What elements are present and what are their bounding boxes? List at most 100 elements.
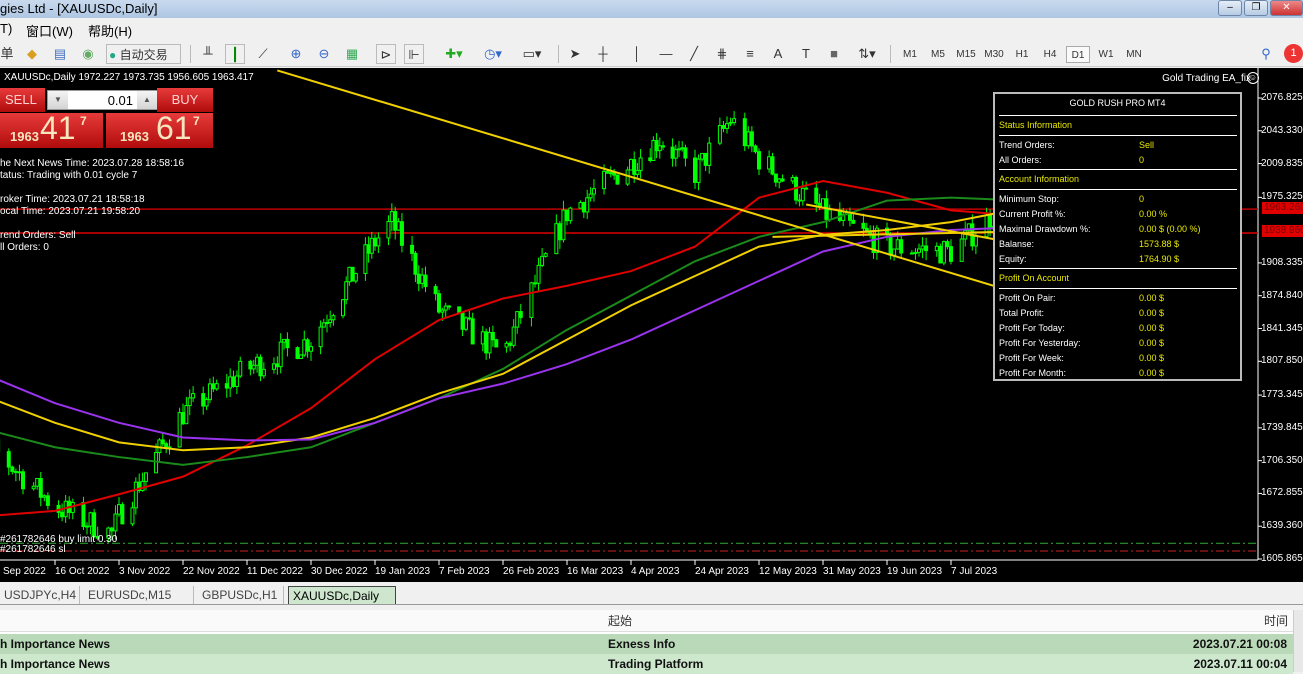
column-header-source[interactable]: 起始 xyxy=(608,610,632,632)
navigator-icon[interactable]: ◆ xyxy=(22,44,42,64)
chart-shift-icon[interactable]: ⊳ xyxy=(376,44,396,64)
time-tick-label: 26 Feb 2023 xyxy=(503,566,560,577)
candle-body xyxy=(821,198,825,208)
crosshair-icon[interactable]: ┼ xyxy=(593,44,613,64)
notifications-badge[interactable]: 1 xyxy=(1284,44,1303,63)
restore-button[interactable]: ❐ xyxy=(1244,0,1268,16)
candle-body xyxy=(973,235,978,247)
zoom-in-icon[interactable]: ⊕ xyxy=(286,44,306,64)
time-tick-label: 19 Jun 2023 xyxy=(887,566,943,577)
divider xyxy=(999,115,1237,116)
candle-body xyxy=(673,149,678,159)
divider xyxy=(999,169,1237,170)
broker-time: roker Time: 2023.07.21 18:58:18 xyxy=(0,194,145,205)
candle-body xyxy=(773,173,778,183)
candle-body xyxy=(511,326,516,346)
horizontal-line-icon[interactable]: — xyxy=(656,44,676,64)
timeframe-mn[interactable]: MN xyxy=(1122,46,1146,63)
chart-tab[interactable]: XAUUSDc,Daily xyxy=(288,586,396,604)
timeframe-h1[interactable]: H1 xyxy=(1010,46,1034,63)
price-tick-label: 1807.850 xyxy=(1261,355,1303,367)
menu-window[interactable]: 窗口(W) xyxy=(26,21,73,40)
menu-tools[interactable]: T) xyxy=(0,21,12,36)
time-tick-label: 30 Dec 2022 xyxy=(311,566,368,577)
vertical-line-icon[interactable]: │ xyxy=(630,44,644,64)
timeframe-m30[interactable]: M30 xyxy=(982,46,1006,63)
indicators-icon[interactable]: ✚▾ xyxy=(440,44,468,64)
lot-size-field[interactable]: ▼ 0.01 ▲ xyxy=(47,90,158,110)
candle-body xyxy=(214,383,219,390)
autotrading-label: 自动交易 xyxy=(119,48,168,62)
buy-button[interactable]: BUY xyxy=(157,88,213,112)
candle-body xyxy=(393,211,398,231)
candle-body xyxy=(31,485,36,490)
close-button[interactable]: ✕ xyxy=(1270,0,1303,16)
rectangle-icon[interactable]: ■ xyxy=(824,44,844,64)
signals-icon[interactable]: ◉ xyxy=(78,44,98,64)
candle-body xyxy=(677,148,681,151)
zoom-out-icon[interactable]: ⊖ xyxy=(314,44,334,64)
table-row[interactable]: h Importance News Trading Platform 2023.07… xyxy=(0,654,1293,674)
line-chart-icon[interactable]: ⟋ xyxy=(253,44,273,64)
candle-body xyxy=(45,495,50,506)
cursor-icon[interactable]: ➤ xyxy=(565,44,585,64)
panel-row-value: 0.00 $ (0.00 %) xyxy=(1139,224,1201,234)
chart-tab[interactable]: GBPUSDc,H1 xyxy=(198,586,284,604)
lot-increase-button[interactable]: ▲ xyxy=(137,91,157,109)
timeframe-d1[interactable]: D1 xyxy=(1066,46,1090,63)
autotrading-button[interactable]: ● 自动交易 xyxy=(106,44,181,64)
table-scrollbar[interactable] xyxy=(1293,610,1303,672)
lot-value[interactable]: 0.01 xyxy=(108,93,133,108)
candle-body xyxy=(470,318,475,345)
text-label-icon[interactable]: T xyxy=(796,44,816,64)
panel-row-label: Profit For Month: xyxy=(999,368,1067,378)
timeframe-m5[interactable]: M5 xyxy=(926,46,950,63)
candle-body xyxy=(749,131,754,147)
fibonacci-icon[interactable]: ≡ xyxy=(740,44,760,64)
column-header-time[interactable]: 时间 xyxy=(1264,610,1288,632)
trendline-icon[interactable]: ╱ xyxy=(684,44,704,64)
lot-decrease-button[interactable]: ▼ xyxy=(48,91,68,109)
new-order-button[interactable]: 单 xyxy=(0,44,14,64)
price-chart[interactable]: XAUUSDc,Daily 1972.227 1973.735 1956.605… xyxy=(0,68,1303,582)
templates-icon[interactable]: ▭▾ xyxy=(516,44,548,64)
candle-body xyxy=(725,123,729,129)
candle-body xyxy=(13,470,18,473)
arrows-icon[interactable]: ⇅▾ xyxy=(852,44,882,64)
periods-icon[interactable]: ◷▾ xyxy=(478,44,508,64)
terminal-icon[interactable]: ▤ xyxy=(50,44,70,64)
menu-help[interactable]: 帮助(H) xyxy=(88,21,132,40)
candle-body xyxy=(670,146,675,159)
timeframe-m15[interactable]: M15 xyxy=(954,46,978,63)
status-text: tatus: Trading with 0.01 cycle 7 xyxy=(0,170,138,181)
panel-row-label: Current Profit %: xyxy=(999,209,1066,219)
text-icon[interactable]: A xyxy=(768,44,788,64)
equidistant-channel-icon[interactable]: ⋕ xyxy=(712,44,732,64)
bar-chart-icon[interactable]: ╨ xyxy=(198,44,218,64)
tile-windows-icon[interactable]: ▦ xyxy=(342,44,362,64)
timeframe-h4[interactable]: H4 xyxy=(1038,46,1062,63)
divider xyxy=(999,135,1237,136)
candle-body xyxy=(386,221,391,239)
search-icon[interactable]: ⚲ xyxy=(1256,44,1276,64)
candle-body xyxy=(295,347,300,359)
chart-tab[interactable]: EURUSDc,M15 xyxy=(84,586,194,604)
candle-body xyxy=(742,118,747,147)
autoscroll-icon[interactable]: ⊩ xyxy=(404,44,424,64)
candle-body xyxy=(399,221,404,246)
time-tick-label: 31 May 2023 xyxy=(823,566,881,577)
candlestick-chart-icon[interactable]: ┃ xyxy=(225,44,245,64)
sell-button[interactable]: SELL xyxy=(0,88,45,112)
price-tick-label: 1773.345 xyxy=(1261,389,1303,401)
candle-body xyxy=(581,202,586,213)
table-row[interactable]: h Importance News Exness Info 2023.07.21 0… xyxy=(0,634,1293,654)
minimize-button[interactable]: – xyxy=(1218,0,1242,16)
chart-tab[interactable]: USDJPYc,H4 xyxy=(0,586,80,604)
candle-body xyxy=(120,504,125,525)
panel-row-value: 0 xyxy=(1139,194,1145,204)
candle-body xyxy=(804,187,809,190)
timeframe-w1[interactable]: W1 xyxy=(1094,46,1118,63)
bid-price-button[interactable]: 1963 41 7 xyxy=(0,110,103,148)
timeframe-m1[interactable]: M1 xyxy=(898,46,922,63)
ask-price-button[interactable]: 1963 61 7 xyxy=(106,110,213,148)
